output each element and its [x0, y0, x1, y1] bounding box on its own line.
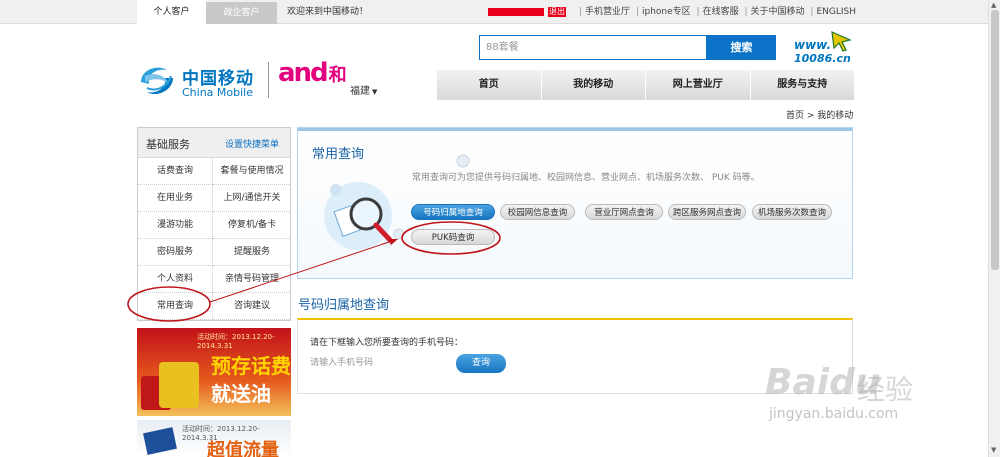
- ad1-date: 活动时间：2013.12.20-2014.3.31: [197, 333, 275, 350]
- sidebar-item-roaming[interactable]: 漫游功能: [138, 212, 213, 239]
- common-query-title: 常用查询: [312, 147, 365, 162]
- welcome-text: 欢迎来到中国移动！: [287, 7, 369, 17]
- sidebar-header: 基础服务 设置快捷菜单: [138, 128, 290, 158]
- link-online-service[interactable]: 在线客服: [703, 7, 739, 17]
- sidebar-item-bill-query[interactable]: 话费查询: [138, 158, 213, 185]
- sidebar-menu: 话费查询 套餐与使用情况 在用业务 上网/通信开关 漫游功能 停复机/备卡 密码…: [138, 158, 291, 320]
- he-text: 和: [328, 65, 347, 86]
- nav-online-hall[interactable]: 网上营业厅: [645, 70, 750, 100]
- nav-home[interactable]: 首页: [436, 70, 541, 100]
- search-input[interactable]: 88套餐: [479, 35, 707, 60]
- tab-cross-region[interactable]: 跨区服务网点查询: [668, 204, 746, 220]
- sidebar-item-package-usage[interactable]: 套餐与使用情况: [213, 158, 291, 185]
- tab-airport-service[interactable]: 机场服务次数查询: [752, 204, 832, 220]
- sidebar-item-common-query[interactable]: 常用查询: [138, 293, 213, 320]
- tab-number-location[interactable]: 号码归属地查询: [411, 204, 495, 220]
- number-query-label: 请在下框输入您所要查询的手机号码：: [310, 338, 464, 348]
- nav-my-mobile[interactable]: 我的移动: [540, 70, 645, 100]
- link-english[interactable]: ENGLISH: [816, 7, 856, 17]
- magnifier-icon: [324, 182, 393, 250]
- sim-card-image: [143, 427, 177, 455]
- ad1-line2: 就送油: [211, 382, 271, 406]
- top-links: | 手机营业厅 | iphone专区 | 在线客服 | 关于中国移动 | ENGLISH: [579, 7, 856, 17]
- brand-en: China Mobile: [182, 86, 254, 99]
- scroll-down-icon[interactable]: ▼: [991, 446, 996, 454]
- promo-banner-traffic[interactable]: 活动时间：2013.12.20-2014.3.31 超值流量: [137, 420, 291, 457]
- sidebar-item-net-switch[interactable]: 上网/通信开关: [213, 185, 291, 212]
- tab-personal[interactable]: 个人客户: [137, 0, 206, 24]
- logo-10086[interactable]: www. 10086.cn: [794, 31, 854, 66]
- oil-bottle-image: [159, 362, 199, 408]
- sidebar-item-password[interactable]: 密码服务: [138, 239, 213, 266]
- and-text: and: [278, 58, 329, 88]
- breadcrumb[interactable]: 首页 > 我的移动: [786, 108, 853, 121]
- scrollbar[interactable]: ▲ ▼: [988, 0, 1000, 457]
- bubble-icon: [393, 228, 405, 240]
- caret-down-icon: ▼: [372, 88, 378, 96]
- number-query-title: 号码归属地查询: [298, 298, 390, 313]
- panel-top-border: [298, 128, 852, 131]
- china-mobile-swirl-icon: [141, 67, 173, 95]
- link-about[interactable]: 关于中国移动: [751, 7, 805, 17]
- common-query-panel: 常用查询 常用查询可为您提供号码归属地、校园网信息、营业网点、机场服务次数、 P…: [297, 127, 853, 279]
- bubble-icon: [456, 154, 470, 168]
- sidebar-item-active-services[interactable]: 在用业务: [138, 185, 213, 212]
- query-button[interactable]: 查询: [456, 354, 506, 373]
- baidu-watermark: Baidu 经验 jingyan.baidu.com: [765, 362, 955, 432]
- search-button[interactable]: 搜索: [707, 35, 776, 60]
- region-selector[interactable]: 福建 ▼: [350, 82, 377, 97]
- china-mobile-logo[interactable]: 中国移动 China Mobile: [137, 60, 267, 102]
- phone-number-input[interactable]: 请输入手机号码: [308, 354, 446, 372]
- main-nav: 首页 我的移动 网上营业厅 服务与支持: [436, 70, 854, 100]
- tab-business-hall[interactable]: 营业厅网点查询: [585, 204, 663, 220]
- redacted-username: [488, 8, 544, 16]
- scroll-thumb[interactable]: [991, 10, 999, 270]
- link-mobile-hall[interactable]: 手机营业厅: [585, 7, 630, 17]
- watermark-jingyan: 经验: [857, 373, 914, 406]
- logo-num: 10086.cn: [794, 52, 851, 65]
- ad2-line1: 超值流量: [207, 440, 279, 457]
- link-iphone[interactable]: iphone专区: [642, 7, 691, 17]
- sidebar-item-profile[interactable]: 个人资料: [138, 266, 213, 293]
- tab-enterprise[interactable]: 政企客户: [206, 2, 277, 24]
- set-shortcut-link[interactable]: 设置快捷菜单: [225, 137, 279, 150]
- logo-www: www.: [794, 38, 832, 52]
- nav-service-support[interactable]: 服务与支持: [749, 70, 854, 100]
- promo-banner-oil[interactable]: 活动时间：2013.12.20-2014.3.31 预存话费 就送油: [137, 328, 291, 416]
- logout-link[interactable]: 退出: [548, 7, 566, 17]
- top-bar: 个人客户 政企客户 欢迎来到中国移动！ 退出 | 手机营业厅 | iphone专区 …: [0, 0, 1000, 24]
- common-query-desc: 常用查询可为您提供号码归属地、校园网信息、营业网点、机场服务次数、 PUK 码等…: [412, 173, 760, 183]
- ad1-line1: 预存话费: [211, 354, 291, 378]
- cursor-arrow-icon: [831, 31, 852, 52]
- sidebar: 基础服务 设置快捷菜单 话费查询 套餐与使用情况 在用业务 上网/通信开关 漫游…: [137, 127, 291, 321]
- sidebar-item-reminder[interactable]: 提醒服务: [213, 239, 291, 266]
- logo-divider: [268, 62, 269, 98]
- region-label: 福建: [350, 86, 370, 97]
- tab-campus-network[interactable]: 校园网信息查询: [500, 204, 575, 220]
- sidebar-item-family[interactable]: 亲情号码管理: [213, 266, 291, 293]
- tab-puk-code[interactable]: PUK码查询: [411, 229, 495, 245]
- sidebar-title: 基础服务: [146, 138, 190, 151]
- scroll-up-icon[interactable]: ▲: [991, 1, 996, 9]
- sidebar-item-suspend[interactable]: 停复机/备卡: [213, 212, 291, 239]
- watermark-url: jingyan.baidu.com: [769, 406, 899, 422]
- sidebar-item-feedback[interactable]: 咨询建议: [213, 293, 291, 320]
- and-logo: and 和: [278, 58, 347, 88]
